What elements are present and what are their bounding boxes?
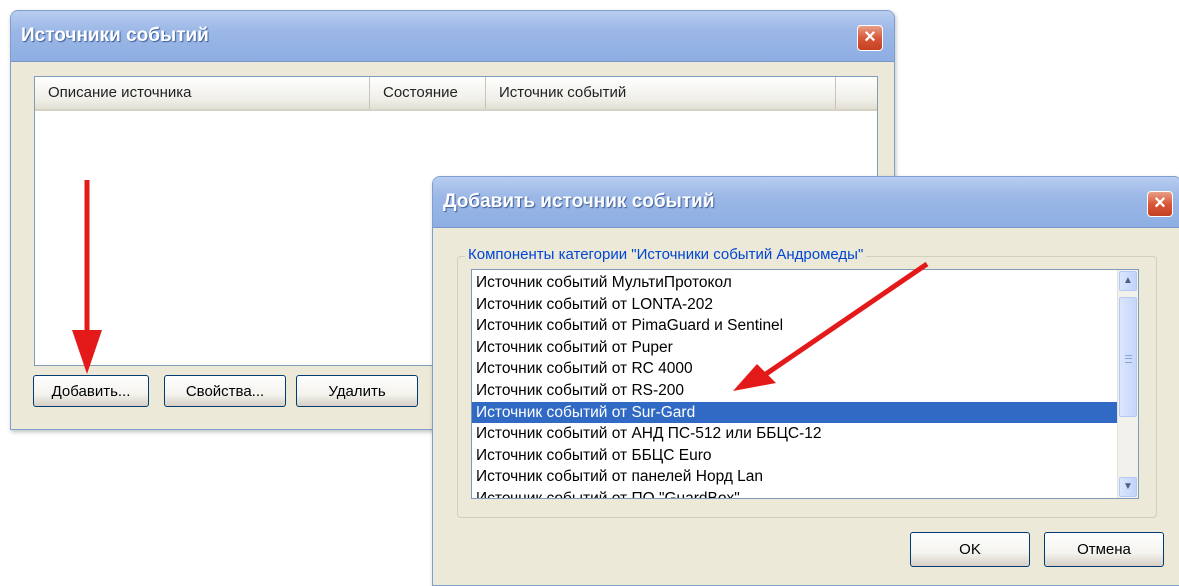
arrow-to-surgard-item-icon — [733, 261, 929, 391]
annotation-arrows — [72, 180, 929, 391]
arrow-to-add-button-icon — [72, 180, 102, 374]
